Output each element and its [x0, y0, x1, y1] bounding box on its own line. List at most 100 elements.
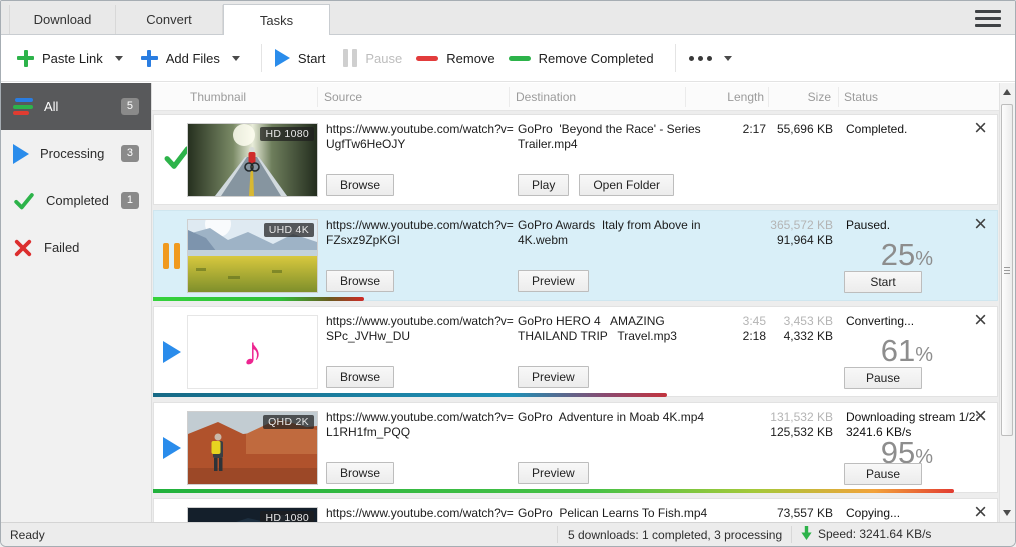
task-list: Thumbnail Source Destination Length Size… — [152, 83, 999, 522]
audio-thumbnail: ♪ — [187, 315, 318, 389]
size-value: 55,696 KB — [761, 122, 833, 137]
count-badge: 1 — [121, 192, 139, 209]
length-value: 2:17 — [694, 122, 766, 137]
scroll-up-icon[interactable] — [1003, 89, 1011, 95]
chevron-down-icon[interactable] — [115, 56, 123, 61]
resolution-badge: HD 1080 — [260, 511, 314, 522]
sidebar-item-processing[interactable]: Processing 3 — [1, 130, 151, 177]
source-url: https://www.youtube.com/watch?v=L1RH1fm_… — [326, 410, 516, 440]
video-thumbnail: HD 1080 — [187, 507, 318, 522]
remove-button[interactable]: Remove — [416, 51, 494, 66]
more-options-button[interactable] — [689, 56, 732, 61]
status-bar: Ready 5 downloads: 1 completed, 3 proces… — [1, 522, 1015, 546]
preview-button[interactable]: Preview — [518, 270, 589, 292]
toolbar-separator — [675, 44, 676, 72]
table-row[interactable]: ♪ https://www.youtube.com/watch?v=SPc_JV… — [153, 306, 998, 397]
play-icon — [275, 49, 290, 67]
tab-tasks[interactable]: Tasks — [223, 4, 330, 35]
table-row[interactable]: HD 1080 https://www.youtube.com/watch?v=… — [153, 498, 998, 522]
table-header: Thumbnail Source Destination Length Size… — [152, 83, 999, 111]
vertical-scrollbar[interactable] — [999, 83, 1015, 522]
sidebar-failed-label: Failed — [44, 240, 79, 255]
hamburger-menu-icon[interactable] — [975, 10, 1001, 27]
browse-button[interactable]: Browse — [326, 270, 394, 292]
browse-button[interactable]: Browse — [326, 174, 394, 196]
add-files-button[interactable]: Add Files — [141, 50, 240, 67]
cross-icon — [13, 238, 33, 258]
progress-bar — [153, 297, 364, 301]
progress-bar — [153, 393, 667, 397]
start-button[interactable]: Start — [275, 49, 325, 67]
browse-button[interactable]: Browse — [326, 366, 394, 388]
remove-completed-button[interactable]: Remove Completed — [509, 51, 654, 66]
header-status: Status — [844, 90, 878, 104]
plus-icon — [141, 50, 158, 67]
remove-completed-label: Remove Completed — [539, 51, 654, 66]
scroll-down-icon[interactable] — [1003, 510, 1011, 516]
chevron-down-icon[interactable] — [232, 56, 240, 61]
source-url: https://www.youtube.com/watch?v=UgfTw6He… — [326, 122, 516, 152]
music-note-icon: ♪ — [243, 332, 263, 372]
play-icon — [13, 144, 29, 164]
progress-bar — [153, 489, 954, 493]
header-source: Source — [324, 90, 362, 104]
resolution-badge: QHD 2K — [263, 415, 314, 429]
preview-button[interactable]: Preview — [518, 366, 589, 388]
size-total: 131,532 KB — [761, 410, 833, 425]
pause-button[interactable]: Pause — [343, 49, 402, 67]
download-arrow-icon — [801, 526, 812, 541]
size-value: 91,964 KB — [761, 233, 833, 248]
preview-button[interactable]: Preview — [518, 462, 589, 484]
start-task-button[interactable]: Start — [844, 271, 922, 293]
processing-play-icon — [163, 437, 181, 459]
sidebar-item-completed[interactable]: Completed 1 — [1, 177, 151, 224]
progress-percent: 61% — [881, 333, 933, 369]
paste-link-label: Paste Link — [42, 51, 103, 66]
close-icon[interactable]: × — [974, 117, 987, 139]
sidebar-all-label: All — [44, 99, 58, 114]
scrollbar-grip — [1004, 265, 1010, 276]
browse-button[interactable]: Browse — [326, 462, 394, 484]
table-row[interactable]: QHD 2K https://www.youtube.com/watch?v=L… — [153, 402, 998, 493]
length-original: 3:45 — [694, 314, 766, 329]
source-url: https://www.youtube.com/watch?v=SPc_JVHw… — [326, 314, 516, 344]
resolution-badge: UHD 4K — [264, 223, 314, 237]
video-thumbnail: UHD 4K — [187, 219, 318, 293]
sidebar-completed-label: Completed — [46, 193, 109, 208]
close-icon[interactable]: × — [974, 501, 987, 522]
chevron-down-icon — [724, 56, 732, 61]
header-length: Length — [692, 90, 764, 104]
tab-convert[interactable]: Convert — [116, 5, 223, 34]
check-icon — [13, 190, 35, 212]
speed-text: Speed: 3241.64 KB/s — [818, 527, 931, 541]
remove-label: Remove — [446, 51, 494, 66]
plus-icon — [17, 50, 34, 67]
header-destination: Destination — [516, 90, 576, 104]
header-thumbnail: Thumbnail — [190, 90, 246, 104]
paste-link-button[interactable]: Paste Link — [17, 50, 123, 67]
ellipsis-icon — [689, 56, 712, 61]
sidebar: All 5 Processing 3 Completed 1 Failed — [1, 83, 152, 522]
sidebar-item-failed[interactable]: Failed — [1, 224, 151, 271]
pause-task-button[interactable]: Pause — [844, 367, 922, 389]
destination-file: GoPro Awards Italy from Above in 4K.webm — [518, 218, 720, 248]
size-value: 73,557 KB — [761, 506, 833, 521]
close-icon[interactable]: × — [974, 309, 987, 331]
close-icon[interactable]: × — [974, 405, 987, 427]
table-row[interactable]: UHD 4K https://www.youtube.com/watch?v=F… — [153, 210, 998, 301]
tab-download[interactable]: Download — [9, 5, 116, 34]
sidebar-item-all[interactable]: All 5 — [1, 83, 151, 130]
toolbar-separator — [261, 44, 262, 72]
downloads-summary: 5 downloads: 1 completed, 3 processing — [568, 528, 782, 542]
play-file-button[interactable]: Play — [518, 174, 569, 196]
source-url: https://www.youtube.com/watch?v=FZsxz9Zp… — [326, 218, 516, 248]
open-folder-button[interactable]: Open Folder — [579, 174, 674, 196]
destination-file: GoPro Adventure in Moab 4K.mp4 — [518, 410, 720, 425]
pause-task-button[interactable]: Pause — [844, 463, 922, 485]
length-value: 2:18 — [694, 329, 766, 344]
statusbar-separator — [791, 526, 792, 543]
table-row[interactable]: HD 1080 https://www.youtube.com/watch?v=… — [153, 114, 998, 205]
close-icon[interactable]: × — [974, 213, 987, 235]
progress-percent: 25% — [881, 237, 933, 273]
scrollbar-thumb[interactable] — [1001, 104, 1013, 436]
